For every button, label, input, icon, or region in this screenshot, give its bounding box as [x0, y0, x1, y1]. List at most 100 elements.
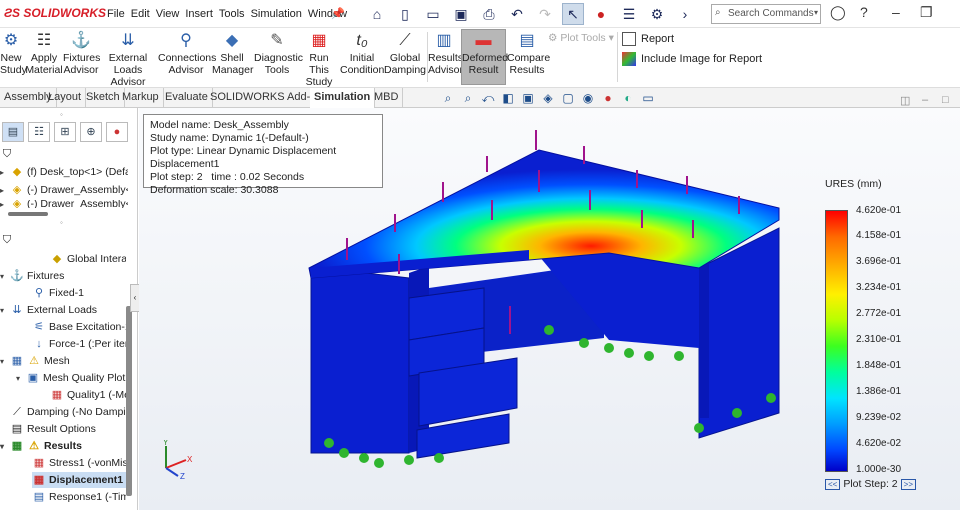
edit-appearance-icon[interactable]: ● [600, 90, 616, 106]
next-step-button[interactable]: >> [900, 478, 916, 490]
zoom-to-fit-icon[interactable]: ⌕ [440, 90, 456, 106]
select-cursor-icon[interactable]: ↖ [562, 3, 584, 25]
help-icon[interactable]: ? [860, 4, 868, 20]
menu-file[interactable]: File [107, 8, 125, 20]
tree-item-drawer-assembly[interactable]: ▸ ◈ (-) Drawer_Assembly< [0, 200, 128, 208]
traffic-light-icon[interactable]: ● [590, 3, 612, 25]
tree-item-mesh[interactable]: ▾ ▦ ⚠ Mesh [0, 353, 126, 369]
tree-item-response1[interactable]: ▤Response1 (-Time [32, 489, 126, 505]
redo-icon[interactable]: ↷ [534, 3, 556, 25]
tree-item-external-loads[interactable]: ▾ ⇊ External Loads [0, 302, 126, 318]
property-manager-tab-icon[interactable]: ☷ [28, 122, 50, 142]
save-icon[interactable]: ▣ [450, 3, 472, 25]
section-view-icon[interactable]: ◧ [500, 90, 516, 106]
dimxpert-tab-icon[interactable]: ⊕ [80, 122, 102, 142]
view-settings-icon[interactable]: ▭ [640, 90, 656, 106]
connections-advisor-button[interactable]: ⚲ Connections Advisor [158, 30, 216, 76]
panel-splitter-handle[interactable]: ◦ [60, 218, 63, 227]
tree-item-mesh-quality-plot[interactable]: ▾ ▣ Mesh Quality Plot [16, 370, 126, 386]
new-study-button[interactable]: ⚙ New Study [0, 30, 27, 76]
previous-view-icon[interactable]: ⤺ [480, 90, 496, 106]
shell-manager-button[interactable]: ◆ Shell Manager [212, 30, 253, 76]
initial-condition-button[interactable]: t₀ Initial Condition [340, 30, 384, 76]
expand-arrow-icon[interactable]: ▸ [0, 168, 10, 177]
chevron-down-icon[interactable]: ▾ [0, 306, 10, 315]
app-logo[interactable]: ƧS SOLIDWORKS [4, 6, 106, 20]
dynamic-annotation-icon[interactable]: ▣ [520, 90, 536, 106]
feature-manager-tab-icon[interactable]: ▤ [2, 122, 24, 142]
restore-icon[interactable]: ❐ [920, 4, 933, 21]
configuration-manager-tab-icon[interactable]: ⊞ [54, 122, 76, 142]
new-document-icon[interactable]: ▯ [394, 3, 416, 25]
tree-item-quality1[interactable]: ▦ Quality1 (-Me [50, 387, 126, 403]
print-icon[interactable]: ⎙ [478, 3, 500, 25]
search-commands-input[interactable]: ⌕ Search Commands ▾ [711, 4, 821, 24]
previous-step-button[interactable]: << [825, 478, 841, 490]
apply-scene-icon[interactable]: ◐ [620, 90, 636, 106]
tab-markup[interactable]: Markup [118, 88, 164, 108]
results-advisor-button[interactable]: ▥ Results Advisor [428, 30, 463, 76]
home-icon[interactable]: ⌂ [366, 3, 388, 25]
compare-results-button[interactable]: ▤ Compare Results [507, 30, 550, 76]
menu-edit[interactable]: Edit [131, 8, 150, 20]
chevron-down-icon[interactable]: ▾ [0, 357, 10, 366]
tree-item-base-excitation[interactable]: ⚟ Base Excitation-1 [32, 319, 126, 335]
expand-arrow-icon[interactable]: › [674, 3, 696, 25]
tree-item-fixed-1[interactable]: ⚲ Fixed-1 [32, 285, 126, 301]
horizontal-scrollbar[interactable] [8, 212, 48, 216]
tree-item-drawer-assembly[interactable]: ▸ ◈ (-) Drawer_Assembly< [0, 182, 128, 198]
menu-view[interactable]: View [156, 8, 180, 20]
filter-row[interactable]: ⛉ [0, 146, 130, 162]
minimize-icon[interactable]: – [892, 4, 900, 20]
include-image-for-report-button[interactable]: Include Image for Report [622, 52, 762, 66]
tree-item-displacement1[interactable]: ▦ Displacement1 ( [32, 472, 126, 488]
undo-icon[interactable]: ↶ [506, 3, 528, 25]
viewport-maximize-icon[interactable]: □ [942, 94, 949, 106]
file-properties-icon[interactable]: ☰ [618, 3, 640, 25]
run-this-study-button[interactable]: ▦ Run This Study [301, 30, 337, 88]
menu-simulation[interactable]: Simulation [251, 8, 302, 20]
user-account-icon[interactable]: ◯ [830, 4, 846, 21]
chevron-down-icon[interactable]: ▾ [814, 8, 818, 17]
chevron-down-icon[interactable]: ▾ [0, 442, 10, 451]
options-gear-icon[interactable]: ⚙ [646, 3, 668, 25]
display-style-icon[interactable]: ▢ [560, 90, 576, 106]
filter-row[interactable]: ⛉ [0, 232, 130, 248]
fixtures-advisor-button[interactable]: ⚓ Fixtures Advisor [63, 30, 100, 76]
chevron-down-icon[interactable]: ▾ [16, 374, 26, 383]
tree-item-force-1[interactable]: ↓ Force-1 (:Per item [32, 336, 126, 352]
tree-item-result-options[interactable]: ▤ Result Options [0, 421, 126, 437]
expand-arrow-icon[interactable]: ▸ [0, 200, 10, 208]
panel-splitter-handle[interactable]: ◦ [60, 110, 63, 119]
external-loads-advisor-button[interactable]: ⇊ External Loads Advisor [99, 30, 157, 88]
tab-simulation[interactable]: Simulation [310, 88, 376, 108]
expand-arrow-icon[interactable]: ▸ [0, 186, 10, 195]
menu-insert[interactable]: Insert [185, 8, 213, 20]
open-folder-icon[interactable]: ▭ [422, 3, 444, 25]
viewport-minimize-icon[interactable]: – [922, 94, 928, 106]
pin-icon[interactable]: 📌 [331, 7, 345, 20]
tree-item-stress1[interactable]: ▦ Stress1 (-vonMise [32, 455, 126, 471]
diagnostic-tools-button[interactable]: ✎ Diagnostic Tools [254, 30, 303, 76]
vertical-scrollbar[interactable] [126, 306, 132, 496]
tab-mbd[interactable]: MBD [370, 88, 404, 108]
tree-item-fixtures[interactable]: ▾ ⚓ Fixtures [0, 268, 126, 284]
tree-item-damping[interactable]: ⟋ Damping (-No Dampi [0, 404, 126, 420]
view-orientation-icon[interactable]: ◈ [540, 90, 556, 106]
color-bar[interactable] [825, 210, 848, 472]
chevron-down-icon[interactable]: ▾ [0, 272, 10, 281]
hide-show-items-icon[interactable]: ◉ [580, 90, 596, 106]
tree-item-global-interaction[interactable]: ◆ Global Intera [50, 251, 126, 267]
plot-tools-button[interactable]: ⚙ Plot Tools ▾ [548, 32, 616, 44]
viewport-restore-icon[interactable]: ◫ [900, 94, 910, 107]
tree-item-desk-top[interactable]: ▸ ◆ (f) Desk_top<1> (Defa [0, 164, 128, 180]
deformed-result-button[interactable]: ▬ Deformed Result [461, 29, 508, 85]
tree-item-results[interactable]: ▾ ▦ ⚠ Results [0, 438, 126, 454]
report-button[interactable]: Report [622, 32, 674, 46]
tab-layout[interactable]: Layout [44, 88, 87, 108]
zoom-to-area-icon[interactable]: ⌕ [460, 90, 476, 106]
menu-tools[interactable]: Tools [219, 8, 245, 20]
display-manager-tab-icon[interactable]: ● [106, 122, 128, 142]
apply-material-button[interactable]: ☷ Apply Material [25, 30, 63, 76]
global-damping-button[interactable]: ⟋ Global Damping [384, 30, 426, 76]
